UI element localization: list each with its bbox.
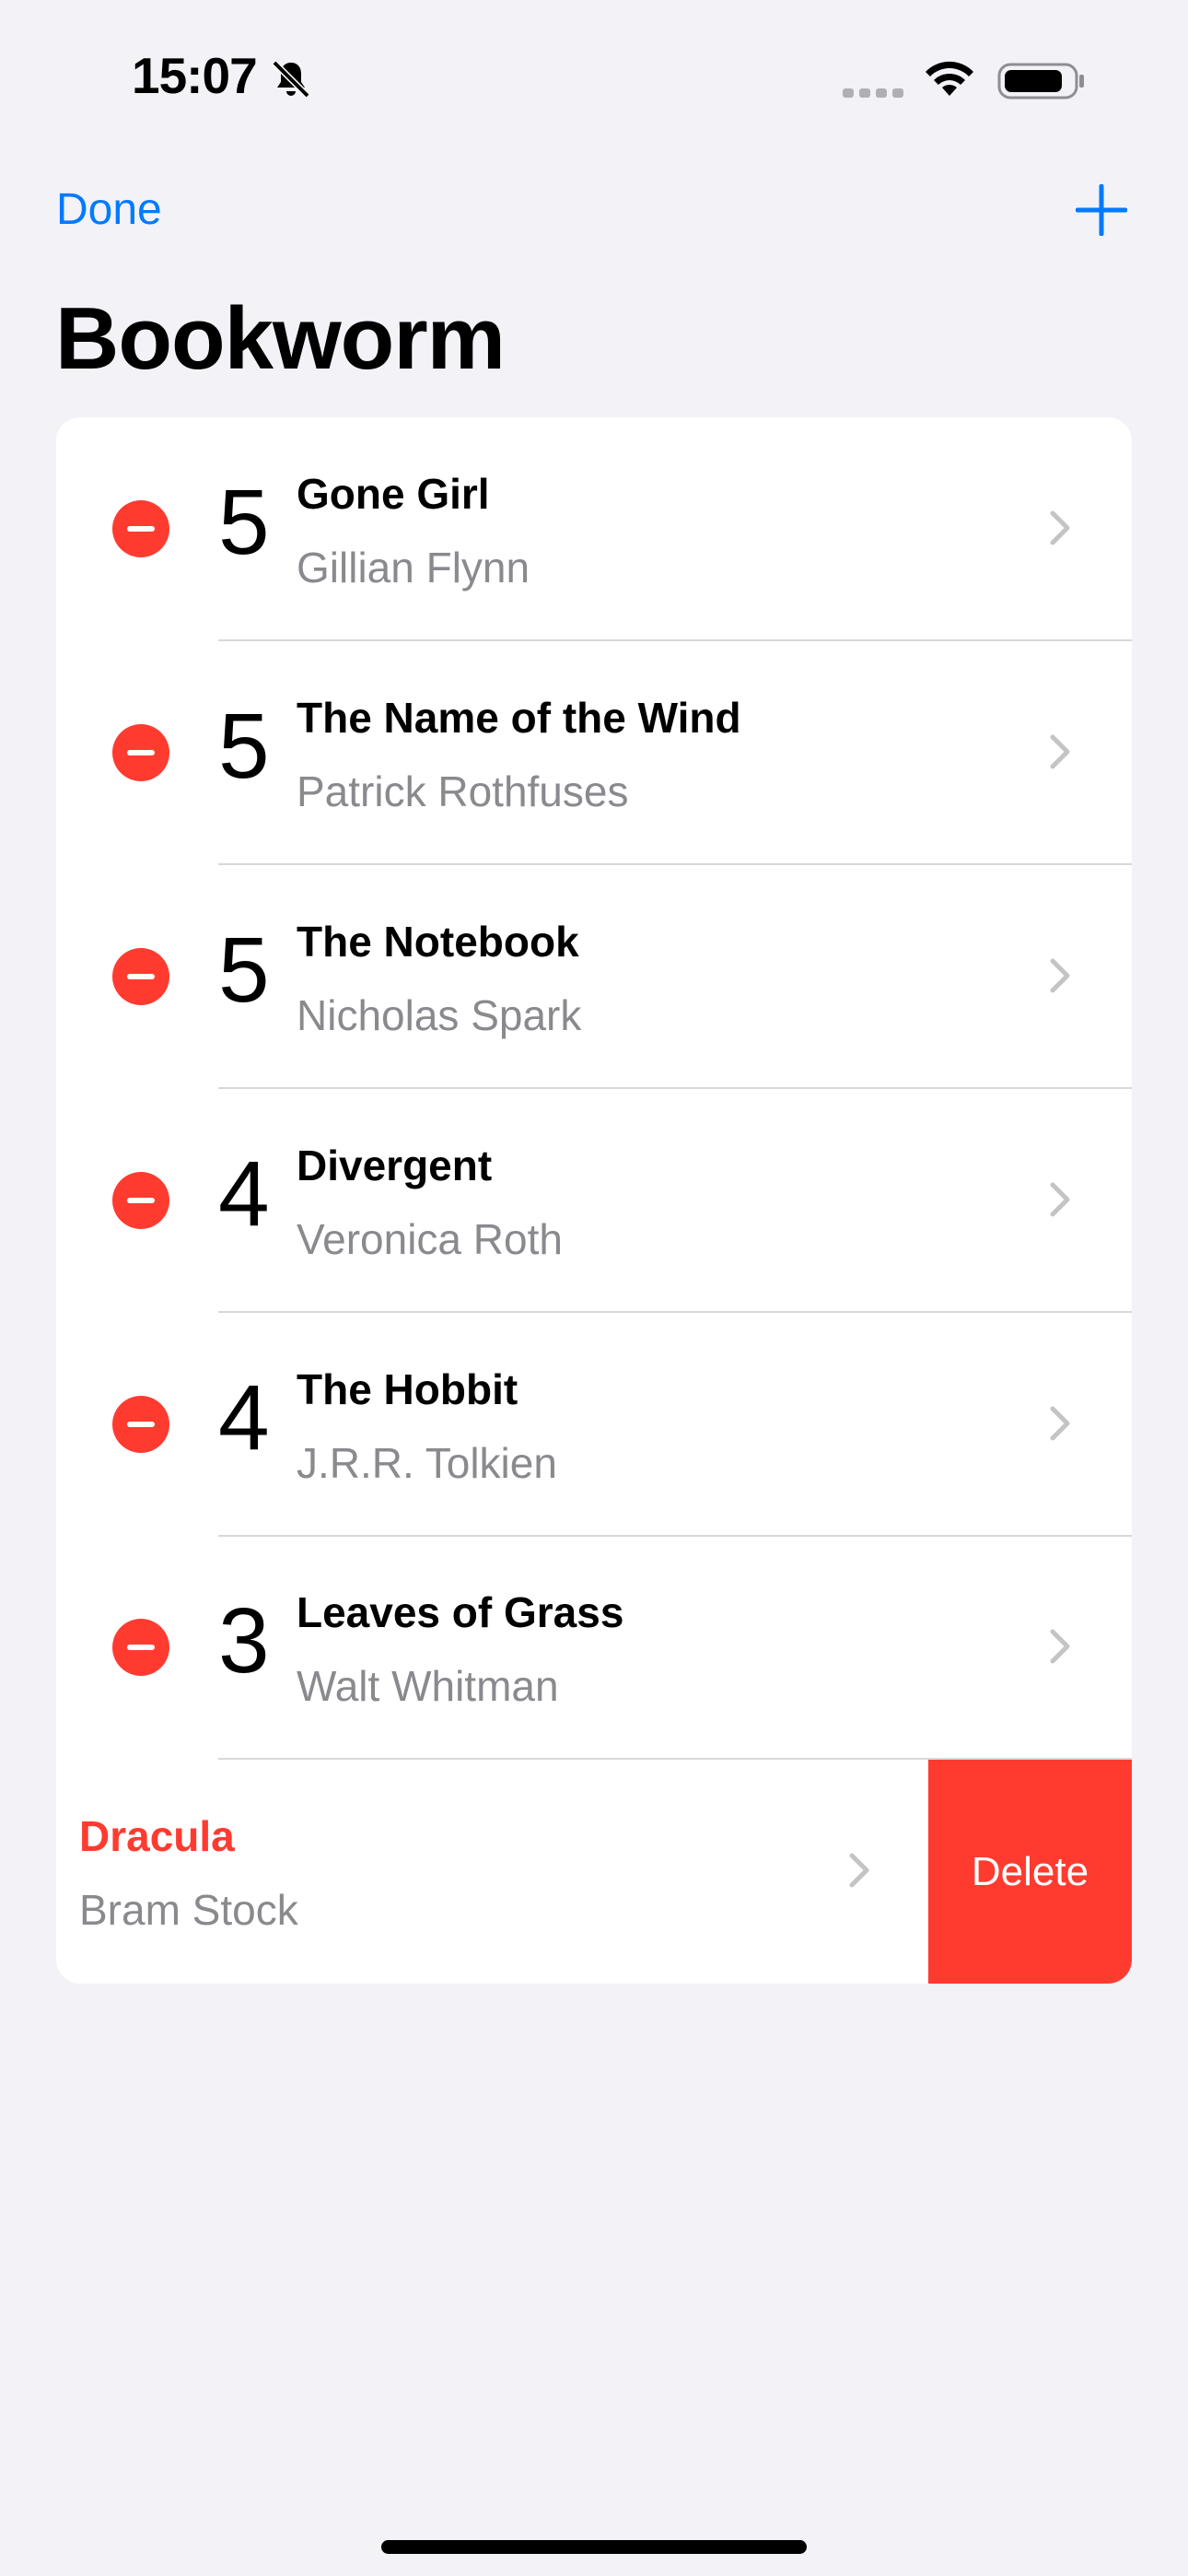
book-rating: 4 bbox=[218, 1366, 270, 1469]
book-title: The Notebook bbox=[297, 918, 579, 966]
cellular-signal-icon bbox=[843, 88, 903, 98]
book-title: Leaves of Grass bbox=[297, 1588, 624, 1636]
book-title: Divergent bbox=[297, 1142, 493, 1189]
delete-toggle-icon[interactable] bbox=[112, 1396, 169, 1453]
delete-button[interactable]: Delete bbox=[928, 1760, 1132, 1984]
done-button[interactable]: Done bbox=[56, 184, 162, 235]
add-icon[interactable] bbox=[1076, 184, 1127, 236]
delete-toggle-icon[interactable] bbox=[112, 1619, 169, 1676]
book-author: Patrick Rothfuses bbox=[297, 767, 629, 815]
book-title: Gone Girl bbox=[297, 470, 490, 518]
page-title: Bookworm bbox=[55, 289, 506, 388]
list-item[interactable]: 5 The Notebook Nicholas Spark bbox=[56, 865, 1132, 1089]
book-title: The Hobbit bbox=[297, 1365, 518, 1413]
list-item[interactable]: 5 Gone Girl Gillian Flynn bbox=[56, 417, 1132, 641]
chevron-right-icon bbox=[1050, 1182, 1070, 1217]
status-bar: 15:07 bbox=[0, 0, 1188, 157]
home-indicator[interactable] bbox=[381, 2540, 807, 2554]
list-item[interactable]: 4 The Hobbit J.R.R. Tolkien bbox=[56, 1313, 1132, 1537]
book-rating: 3 bbox=[218, 1589, 270, 1692]
book-rating: 4 bbox=[218, 1142, 270, 1246]
book-author: J.R.R. Tolkien bbox=[297, 1439, 557, 1487]
battery-icon bbox=[997, 63, 1084, 100]
chevron-right-icon bbox=[1050, 958, 1070, 993]
delete-toggle-icon[interactable] bbox=[112, 1172, 169, 1229]
book-rating: 5 bbox=[218, 919, 270, 1022]
list-item[interactable]: 3 Leaves of Grass Walt Whitman bbox=[56, 1536, 1132, 1760]
chevron-right-icon bbox=[1050, 734, 1070, 769]
book-author: Bram Stock bbox=[79, 1886, 298, 1934]
status-time: 15:07 bbox=[132, 47, 258, 104]
book-title: Dracula bbox=[79, 1812, 235, 1860]
book-title: The Name of the Wind bbox=[297, 694, 741, 742]
book-author: Walt Whitman bbox=[297, 1662, 559, 1710]
book-author: Gillian Flynn bbox=[297, 544, 530, 591]
silent-bell-icon bbox=[272, 60, 310, 99]
book-author: Veronica Roth bbox=[297, 1215, 563, 1263]
wifi-icon bbox=[926, 61, 973, 96]
book-rating: 5 bbox=[218, 471, 270, 574]
chevron-right-icon bbox=[1050, 1406, 1070, 1441]
book-list: 5 Gone Girl Gillian Flynn 5 The Name of … bbox=[56, 417, 1132, 1984]
chevron-right-icon bbox=[1050, 1629, 1070, 1664]
book-author: Nicholas Spark bbox=[297, 991, 582, 1039]
delete-toggle-icon[interactable] bbox=[112, 500, 169, 557]
delete-toggle-icon[interactable] bbox=[112, 724, 169, 781]
list-item[interactable]: 4 Divergent Veronica Roth bbox=[56, 1089, 1132, 1313]
book-rating: 5 bbox=[218, 695, 270, 798]
delete-toggle-icon[interactable] bbox=[112, 948, 169, 1005]
chevron-right-icon bbox=[1050, 510, 1070, 545]
list-item[interactable]: 5 The Name of the Wind Patrick Rothfuses bbox=[56, 641, 1132, 865]
list-item-swiped[interactable]: Dracula Bram Stock Delete bbox=[56, 1760, 1132, 1984]
chevron-right-icon bbox=[849, 1853, 869, 1888]
